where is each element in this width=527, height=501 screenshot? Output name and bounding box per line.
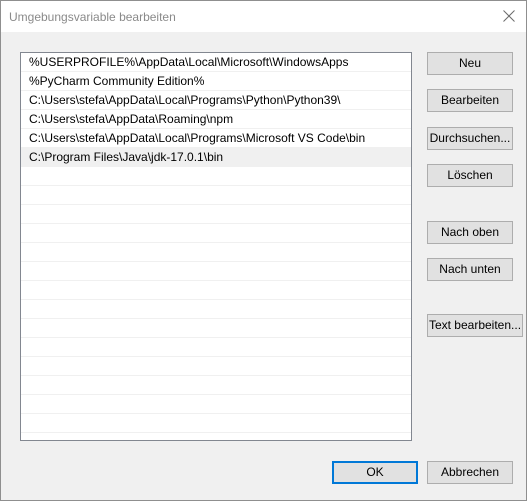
move-down-button[interactable]: Nach unten bbox=[427, 258, 513, 281]
title-bar: Umgebungsvariable bearbeiten bbox=[1, 1, 526, 32]
path-list[interactable]: %USERPROFILE%\AppData\Local\Microsoft\Wi… bbox=[20, 52, 412, 441]
list-item[interactable]: C:\Users\stefa\AppData\Local\Programs\Py… bbox=[21, 91, 411, 110]
list-item[interactable]: C:\Program Files\Java\jdk-17.0.1\bin bbox=[21, 148, 411, 167]
list-item[interactable]: %PyCharm Community Edition% bbox=[21, 72, 411, 91]
list-item-empty bbox=[21, 357, 411, 376]
close-icon bbox=[503, 10, 515, 22]
list-item-text: %PyCharm Community Edition% bbox=[29, 74, 205, 88]
list-item-text: C:\Users\stefa\AppData\Local\Programs\Mi… bbox=[29, 131, 366, 145]
list-item-empty bbox=[21, 167, 411, 186]
list-item-text: C:\Users\stefa\AppData\Roaming\npm bbox=[29, 112, 234, 126]
browse-button[interactable]: Durchsuchen... bbox=[427, 127, 513, 150]
list-item-empty bbox=[21, 243, 411, 262]
list-item-empty bbox=[21, 319, 411, 338]
list-item-empty bbox=[21, 262, 411, 281]
cancel-button[interactable]: Abbrechen bbox=[427, 461, 513, 484]
list-item-text: %USERPROFILE%\AppData\Local\Microsoft\Wi… bbox=[29, 55, 349, 69]
new-button[interactable]: Neu bbox=[427, 52, 513, 75]
list-item-text: C:\Users\stefa\AppData\Local\Programs\Py… bbox=[29, 93, 341, 107]
window-title: Umgebungsvariable bearbeiten bbox=[9, 10, 176, 24]
list-item-text: C:\Program Files\Java\jdk-17.0.1\bin bbox=[29, 150, 224, 164]
list-item-empty bbox=[21, 281, 411, 300]
list-item-empty bbox=[21, 376, 411, 395]
list-item-empty bbox=[21, 205, 411, 224]
edit-button[interactable]: Bearbeiten bbox=[427, 89, 513, 112]
close-button[interactable] bbox=[492, 1, 526, 32]
list-item-empty bbox=[21, 338, 411, 357]
ok-button[interactable]: OK bbox=[332, 461, 418, 484]
edit-text-button[interactable]: Text bearbeiten... bbox=[427, 314, 523, 337]
list-item-empty bbox=[21, 186, 411, 205]
move-up-button[interactable]: Nach oben bbox=[427, 221, 513, 244]
list-item[interactable]: C:\Users\stefa\AppData\Local\Programs\Mi… bbox=[21, 129, 411, 148]
list-item-empty bbox=[21, 300, 411, 319]
list-item-empty bbox=[21, 224, 411, 243]
edit-environment-variable-dialog: Umgebungsvariable bearbeiten %USERPROFIL… bbox=[0, 0, 527, 501]
list-item-empty bbox=[21, 395, 411, 414]
list-item[interactable]: C:\Users\stefa\AppData\Roaming\npm bbox=[21, 110, 411, 129]
list-item-empty bbox=[21, 414, 411, 433]
delete-button[interactable]: Löschen bbox=[427, 164, 513, 187]
list-item[interactable]: %USERPROFILE%\AppData\Local\Microsoft\Wi… bbox=[21, 53, 411, 72]
